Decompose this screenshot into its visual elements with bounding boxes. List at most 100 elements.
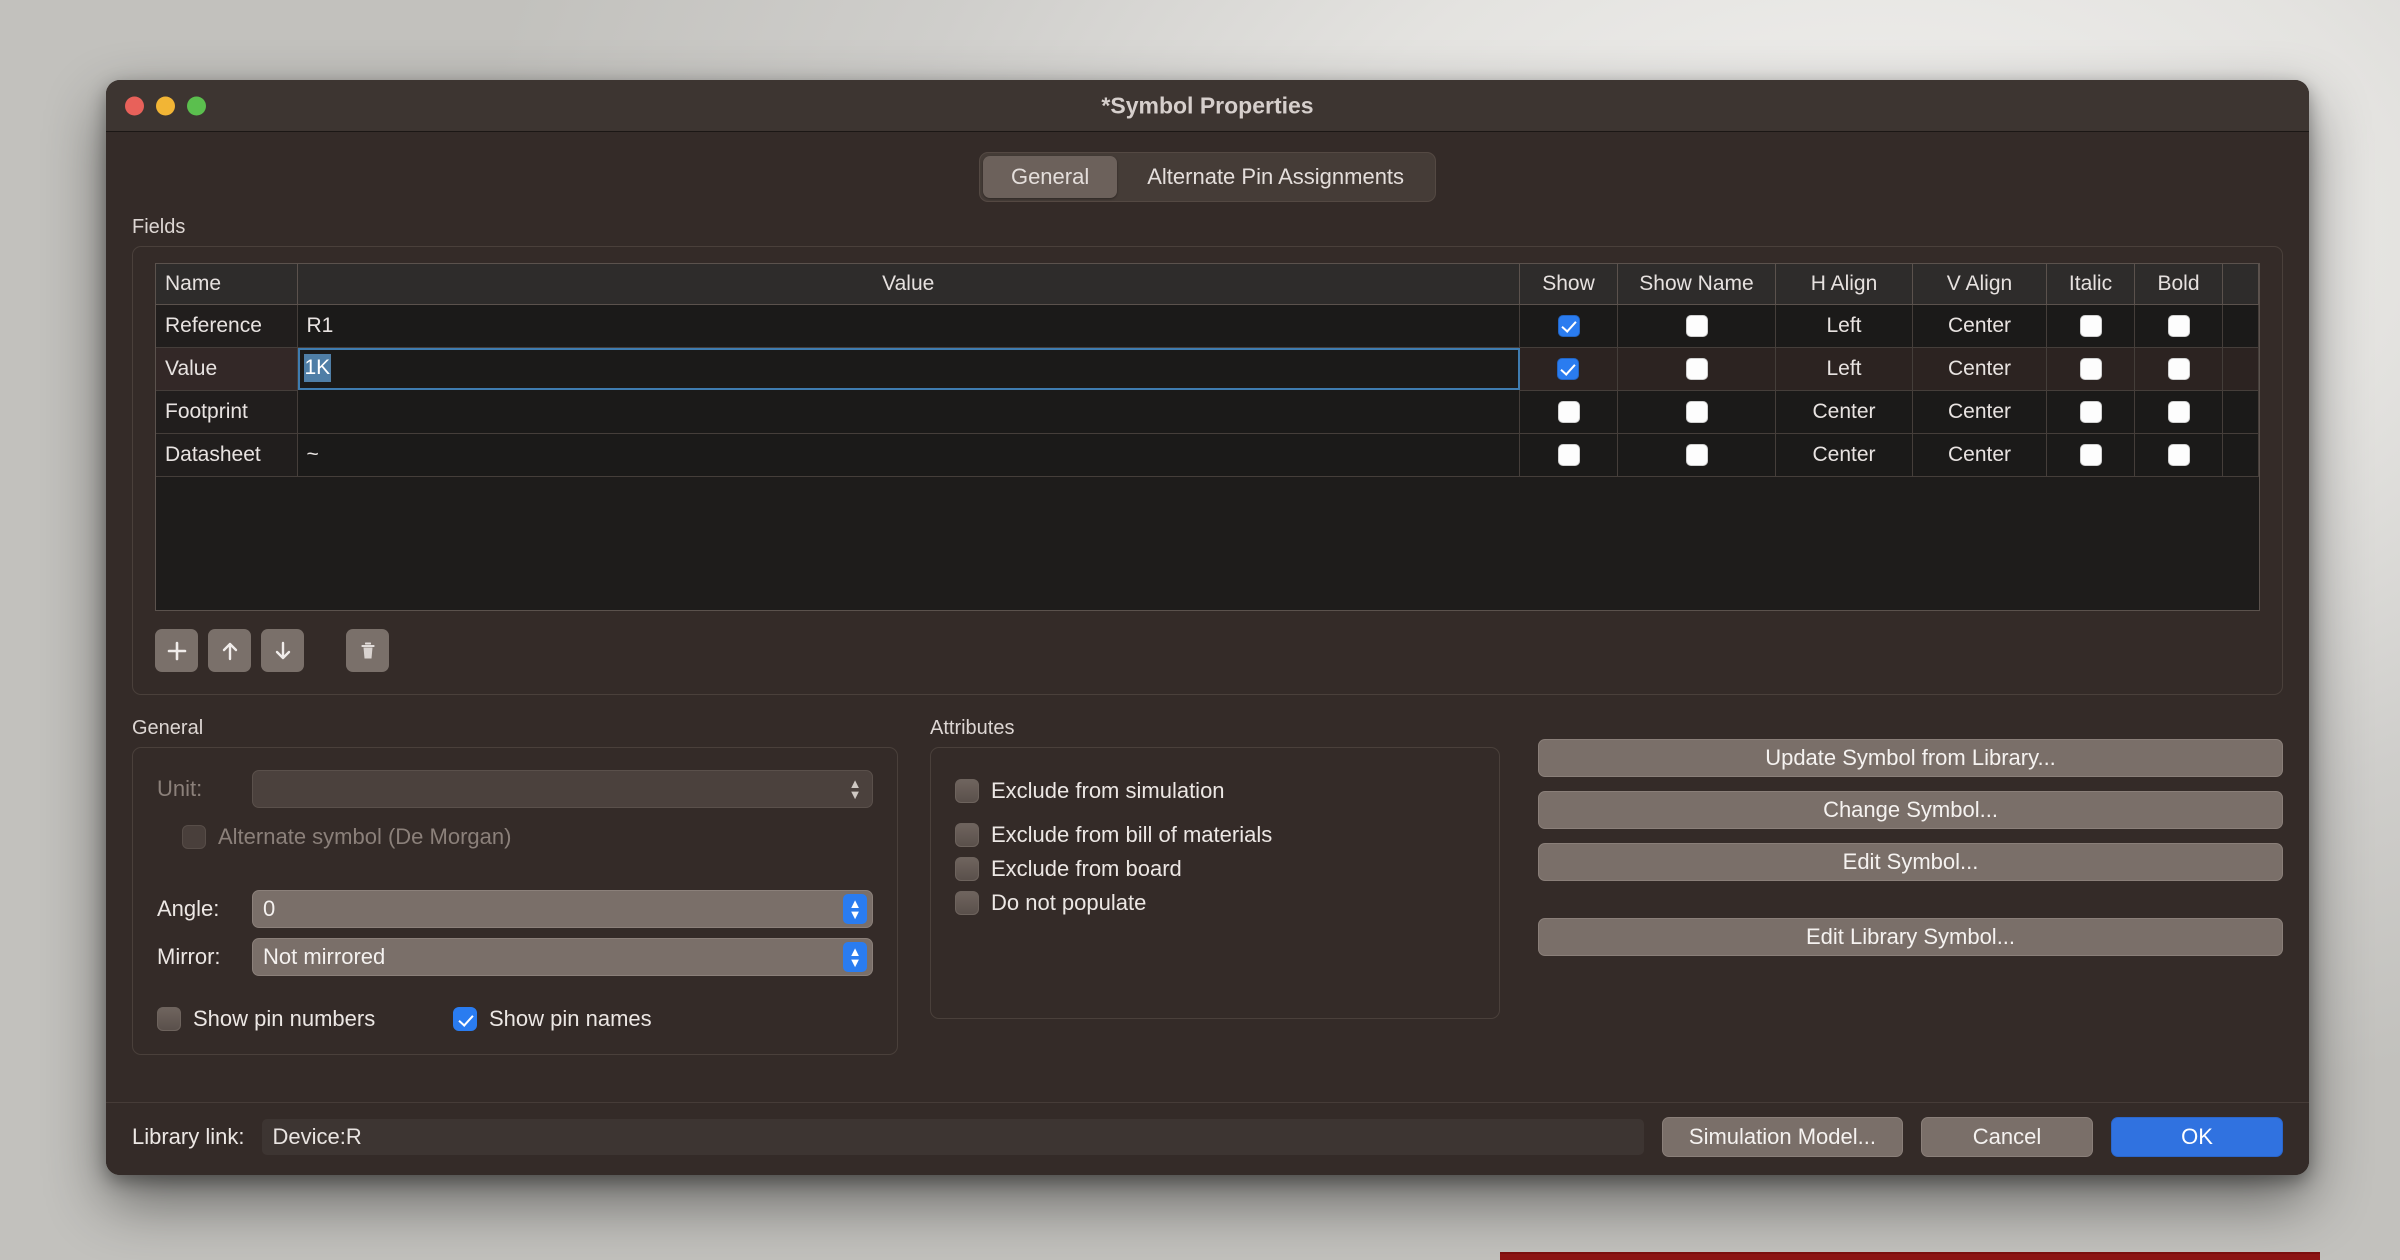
cell-show[interactable] [1519, 304, 1618, 348]
change-symbol-button[interactable]: Change Symbol... [1538, 791, 2283, 830]
show-pin-numbers-checkbox[interactable] [157, 1007, 181, 1032]
show-checkbox[interactable] [1557, 444, 1580, 467]
cell-h-align[interactable]: Center [1775, 433, 1913, 477]
column-header-italic[interactable]: Italic [2046, 264, 2135, 305]
column-header-bold[interactable]: Bold [2134, 264, 2223, 305]
show-checkbox[interactable] [1557, 358, 1580, 381]
cell-italic[interactable] [2046, 304, 2135, 348]
table-row[interactable]: Value 1K Left Center [156, 347, 2259, 391]
cell-show-name[interactable] [1617, 433, 1776, 477]
mirror-select[interactable]: Not mirrored ▲ ▼ [252, 938, 873, 977]
cell-h-align[interactable]: Left [1775, 304, 1913, 348]
angle-input[interactable]: 0 ▲ ▼ [252, 890, 873, 929]
value-edit-box[interactable]: 1K [297, 347, 1520, 391]
cell-field-name[interactable]: Datasheet [156, 433, 298, 477]
do-not-populate-option[interactable]: Do not populate [955, 890, 1475, 916]
cell-v-align[interactable]: Center [1912, 433, 2047, 477]
exclude-from-bom-option[interactable]: Exclude from bill of materials [955, 822, 1475, 848]
table-row[interactable]: Reference R1 Left Center [156, 304, 2259, 348]
chevron-down-icon[interactable]: ▼ [849, 956, 862, 969]
cell-bold[interactable] [2134, 390, 2223, 434]
cell-show[interactable] [1519, 390, 1618, 434]
cell-v-align[interactable]: Center [1912, 304, 2047, 348]
angle-stepper[interactable]: ▲ ▼ [843, 894, 867, 925]
italic-checkbox[interactable] [2079, 444, 2102, 467]
show-name-checkbox[interactable] [1685, 444, 1708, 467]
cell-italic[interactable] [2046, 433, 2135, 477]
show-pin-numbers-option[interactable]: Show pin numbers [157, 1006, 453, 1032]
exclude-from-board-checkbox[interactable] [955, 857, 979, 882]
column-header-show[interactable]: Show [1519, 264, 1618, 305]
tab-alternate-pin-assignments[interactable]: Alternate Pin Assignments [1119, 156, 1432, 198]
cell-show[interactable] [1519, 433, 1618, 477]
cell-v-align[interactable]: Center [1912, 347, 2047, 391]
bold-checkbox[interactable] [2167, 444, 2190, 467]
column-header-h-align[interactable]: H Align [1775, 264, 1913, 305]
italic-checkbox[interactable] [2079, 315, 2102, 338]
ok-button[interactable]: OK [2111, 1117, 2283, 1157]
edit-library-symbol-button[interactable]: Edit Library Symbol... [1538, 918, 2283, 957]
exclude-from-simulation-checkbox[interactable] [955, 779, 979, 804]
library-link-label: Library link: [132, 1124, 245, 1149]
cell-show-name[interactable] [1617, 347, 1776, 391]
show-name-checkbox[interactable] [1685, 358, 1708, 381]
table-row[interactable]: Footprint Center Center [156, 390, 2259, 434]
column-header-v-align[interactable]: V Align [1912, 264, 2047, 305]
cell-show-name[interactable] [1617, 304, 1776, 348]
cell-v-align[interactable]: Center [1912, 390, 2047, 434]
cell-field-value[interactable] [297, 390, 1520, 434]
italic-checkbox[interactable] [2079, 401, 2102, 424]
chevron-down-icon[interactable]: ▼ [849, 908, 862, 921]
update-symbol-from-library-button[interactable]: Update Symbol from Library... [1538, 739, 2283, 778]
tab-general[interactable]: General [982, 156, 1118, 199]
general-panel: General Unit: ▲ ▼ Alternate symbol (De M… [132, 717, 898, 1056]
column-header-name[interactable]: Name [156, 264, 298, 305]
cell-h-align[interactable]: Left [1775, 347, 1913, 391]
cell-field-value[interactable]: ~ [297, 433, 1520, 477]
show-name-checkbox[interactable] [1685, 315, 1708, 338]
mirror-stepper[interactable]: ▲ ▼ [843, 942, 867, 973]
column-header-value[interactable]: Value [297, 264, 1520, 305]
bold-checkbox[interactable] [2167, 358, 2190, 381]
column-header-show-name[interactable]: Show Name [1617, 264, 1776, 305]
move-field-up-button[interactable] [208, 629, 251, 673]
do-not-populate-checkbox[interactable] [955, 891, 979, 916]
exclude-from-board-option[interactable]: Exclude from board [955, 856, 1475, 882]
exclude-from-bom-checkbox[interactable] [955, 823, 979, 848]
bold-checkbox[interactable] [2167, 401, 2190, 424]
cell-field-name[interactable]: Value [156, 347, 298, 391]
cell-bold[interactable] [2134, 433, 2223, 477]
exclude-from-simulation-option[interactable]: Exclude from simulation [955, 778, 1475, 804]
cell-field-name[interactable]: Reference [156, 304, 298, 348]
italic-checkbox[interactable] [2079, 358, 2102, 381]
cell-italic[interactable] [2046, 390, 2135, 434]
cancel-button[interactable]: Cancel [1921, 1117, 2093, 1157]
library-link-value[interactable]: Device:R [262, 1119, 1644, 1155]
cell-field-value[interactable]: R1 [297, 304, 1520, 348]
cell-italic[interactable] [2046, 347, 2135, 391]
cell-field-value-editor[interactable]: 1K [297, 347, 1520, 391]
cell-show-name[interactable] [1617, 390, 1776, 434]
show-checkbox[interactable] [1557, 315, 1580, 338]
bold-checkbox[interactable] [2167, 315, 2190, 338]
add-field-button[interactable] [155, 629, 198, 673]
move-field-down-button[interactable] [261, 629, 304, 673]
cell-bold[interactable] [2134, 304, 2223, 348]
cell-show[interactable] [1519, 347, 1618, 391]
cell-bold[interactable] [2134, 347, 2223, 391]
show-pin-names-checkbox[interactable] [453, 1007, 477, 1032]
table-header-row: Name Value Show Show Name H Align V Alig… [156, 264, 2259, 305]
mirror-row: Mirror: Not mirrored ▲ ▼ [157, 938, 873, 977]
cell-field-name[interactable]: Footprint [156, 390, 298, 434]
show-checkbox[interactable] [1557, 401, 1580, 424]
edit-symbol-button[interactable]: Edit Symbol... [1538, 843, 2283, 882]
table-row[interactable]: Datasheet ~ Center Center [156, 433, 2259, 477]
show-pin-names-option[interactable]: Show pin names [453, 1006, 652, 1032]
alternate-symbol-row: Alternate symbol (De Morgan) [182, 824, 873, 850]
fields-grid[interactable]: Name Value Show Show Name H Align V Alig… [155, 263, 2260, 612]
show-name-checkbox[interactable] [1685, 401, 1708, 424]
value-edit-text[interactable]: 1K [303, 353, 332, 383]
cell-h-align[interactable]: Center [1775, 390, 1913, 434]
delete-field-button[interactable] [346, 629, 389, 673]
simulation-model-button[interactable]: Simulation Model... [1661, 1117, 1903, 1157]
